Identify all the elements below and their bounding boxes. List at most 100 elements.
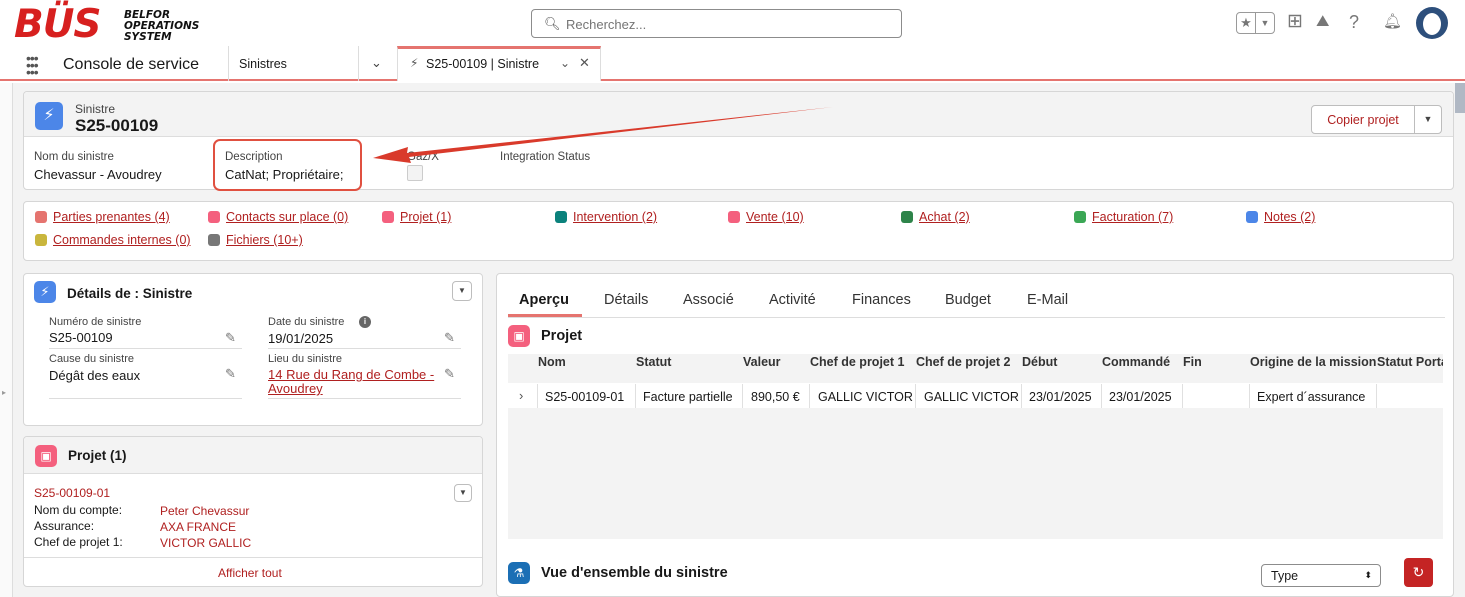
field-label: Gaz/X: [407, 151, 439, 163]
contact-icon: [208, 211, 220, 223]
app-name: Console de service: [63, 56, 200, 73]
column-header[interactable]: Fin: [1183, 355, 1202, 369]
tab-sinistres[interactable]: Sinistres: [228, 46, 359, 81]
details-card: ⚡︎ Détails de : Sinistre ▼ Numéro de sin…: [23, 273, 483, 426]
column-header[interactable]: Valeur: [743, 355, 781, 369]
chevron-down-icon: ▼: [1255, 13, 1274, 33]
column-header[interactable]: Statut Porta: [1377, 355, 1443, 369]
row-label: Chef de projet 1:: [34, 535, 123, 549]
order-icon: [35, 234, 47, 246]
tab-apercu[interactable]: Aperçu: [519, 292, 569, 308]
link-achat[interactable]: Achat (2): [901, 210, 970, 224]
row-label: Nom du compte:: [34, 503, 123, 517]
belfor-logo[interactable]: BÜS BELFOR OPERATIONS SYSTEM: [14, 2, 204, 47]
add-icon[interactable]: ⊞: [1287, 12, 1303, 32]
view-all-link[interactable]: Afficher tout: [218, 566, 282, 580]
app-launcher-icon[interactable]: ••• ••• •••: [26, 51, 39, 79]
address-link[interactable]: 14 Rue du Rang de Combe - Avoudrey: [268, 368, 438, 396]
purchase-icon: [901, 211, 913, 223]
link-parties-prenantes[interactable]: Parties prenantes (4): [35, 210, 170, 224]
chevron-down-icon[interactable]: ⌄: [560, 56, 570, 70]
tab-associe[interactable]: Associé: [683, 292, 734, 308]
table-cell: 890,50 €: [751, 390, 800, 404]
table-cell: Expert d´assurance: [1257, 390, 1366, 404]
copy-project-button[interactable]: Copier projet: [1311, 105, 1415, 134]
readonly-checkbox: [407, 165, 423, 181]
column-header[interactable]: Nom: [538, 355, 566, 369]
field-label: Cause du sinistre: [49, 353, 134, 365]
row-actions-dropdown[interactable]: ▼: [454, 484, 472, 502]
flask-icon: ⚗: [508, 562, 530, 584]
lightning-icon: ⚡︎: [410, 56, 419, 70]
field-value: Dégât des eaux: [49, 368, 141, 383]
projet-related-card: ▣ Projet (1) S25-00109-01 ▼ Nom du compt…: [23, 436, 483, 587]
column-header[interactable]: Chef de projet 1: [810, 355, 904, 369]
edit-pencil-icon[interactable]: ✎: [225, 330, 236, 346]
user-avatar[interactable]: [1416, 7, 1448, 39]
close-icon[interactable]: ✕: [579, 55, 590, 71]
project-manager-link[interactable]: VICTOR GALLIC: [160, 536, 251, 550]
column-header[interactable]: Commandé: [1102, 355, 1170, 369]
account-link[interactable]: Peter Chevassur: [160, 504, 249, 518]
global-search[interactable]: 🔍︎: [531, 9, 902, 38]
lightning-icon: ⚡︎: [34, 281, 56, 303]
column-header[interactable]: Début: [1022, 355, 1057, 369]
tab-activite[interactable]: Activité: [769, 292, 816, 308]
table-empty-area: [508, 408, 1443, 539]
setup-assistant-icon[interactable]: ⛰: [1316, 12, 1329, 32]
people-icon: [35, 211, 47, 223]
edit-pencil-icon[interactable]: ✎: [444, 330, 455, 346]
sale-icon: [728, 211, 740, 223]
card-actions-dropdown[interactable]: ▼: [452, 281, 472, 301]
section-title: Projet: [541, 328, 583, 344]
chevron-down-icon[interactable]: ⌄: [371, 55, 382, 71]
search-input[interactable]: [566, 14, 886, 34]
tab-finances[interactable]: Finances: [852, 292, 911, 308]
table-cell: GALLIC VICTOR: [818, 390, 913, 404]
highlight-box: [213, 139, 362, 191]
column-header[interactable]: Origine de la mission: [1250, 355, 1376, 369]
tab-label: Sinistres: [239, 57, 287, 71]
utility-bar-left[interactable]: ▸: [0, 83, 12, 597]
link-vente[interactable]: Vente (10): [728, 210, 804, 224]
refresh-button[interactable]: ↻: [1404, 558, 1433, 587]
console-nav: ••• ••• ••• Console de service Sinistres ⌄…: [0, 46, 1465, 81]
tab-record-s25-00109[interactable]: ⚡︎ S25-00109 | Sinistre ⌄ ✕: [397, 46, 601, 81]
actions-dropdown-button[interactable]: ▼: [1414, 105, 1442, 134]
link-notes[interactable]: Notes (2): [1246, 210, 1315, 224]
tab-label: S25-00109 | Sinistre: [426, 57, 540, 71]
updown-icon: ⬍: [1364, 570, 1372, 580]
table-cell: Facture partielle: [643, 390, 733, 404]
type-select[interactable]: Type ⬍: [1261, 564, 1381, 587]
notifications-bell-icon[interactable]: 🔔︎: [1383, 12, 1402, 32]
insurance-link[interactable]: AXA FRANCE: [160, 520, 236, 534]
logo-subtitle: BELFOR OPERATIONS SYSTEM: [124, 9, 200, 43]
note-icon: [1246, 211, 1258, 223]
column-header[interactable]: Statut: [636, 355, 671, 369]
link-intervention[interactable]: Intervention (2): [555, 210, 657, 224]
expand-row-chevron-icon[interactable]: ›: [519, 388, 523, 403]
link-contacts-sur-place[interactable]: Contacts sur place (0): [208, 210, 348, 224]
column-header[interactable]: Chef de projet 2: [916, 355, 1010, 369]
link-facturation[interactable]: Facturation (7): [1074, 210, 1173, 224]
tab-email[interactable]: E-Mail: [1027, 292, 1068, 308]
edit-pencil-icon[interactable]: ✎: [225, 366, 236, 382]
edit-pencil-icon[interactable]: ✎: [444, 366, 455, 382]
link-fichiers[interactable]: Fichiers (10+): [208, 233, 303, 247]
projet-record-link[interactable]: S25-00109-01: [34, 486, 110, 500]
table-cell-link[interactable]: S25-00109-01: [545, 390, 624, 404]
lightning-icon: ⚡︎: [35, 102, 63, 130]
info-icon[interactable]: i: [359, 316, 371, 328]
help-icon[interactable]: ?: [1349, 12, 1359, 32]
record-header-top: [24, 92, 1453, 137]
favorites-button[interactable]: ★ ▼: [1236, 12, 1275, 34]
briefcase-icon: [382, 211, 394, 223]
field-value: 19/01/2025: [268, 331, 334, 346]
record-type: Sinistre: [75, 102, 116, 116]
table-cell: 23/01/2025: [1029, 390, 1092, 404]
tab-details[interactable]: Détails: [604, 292, 648, 308]
utility-bar-right[interactable]: [1455, 83, 1465, 113]
link-projet[interactable]: Projet (1): [382, 210, 451, 224]
link-commandes-internes[interactable]: Commandes internes (0): [35, 233, 191, 247]
tab-budget[interactable]: Budget: [945, 292, 991, 308]
